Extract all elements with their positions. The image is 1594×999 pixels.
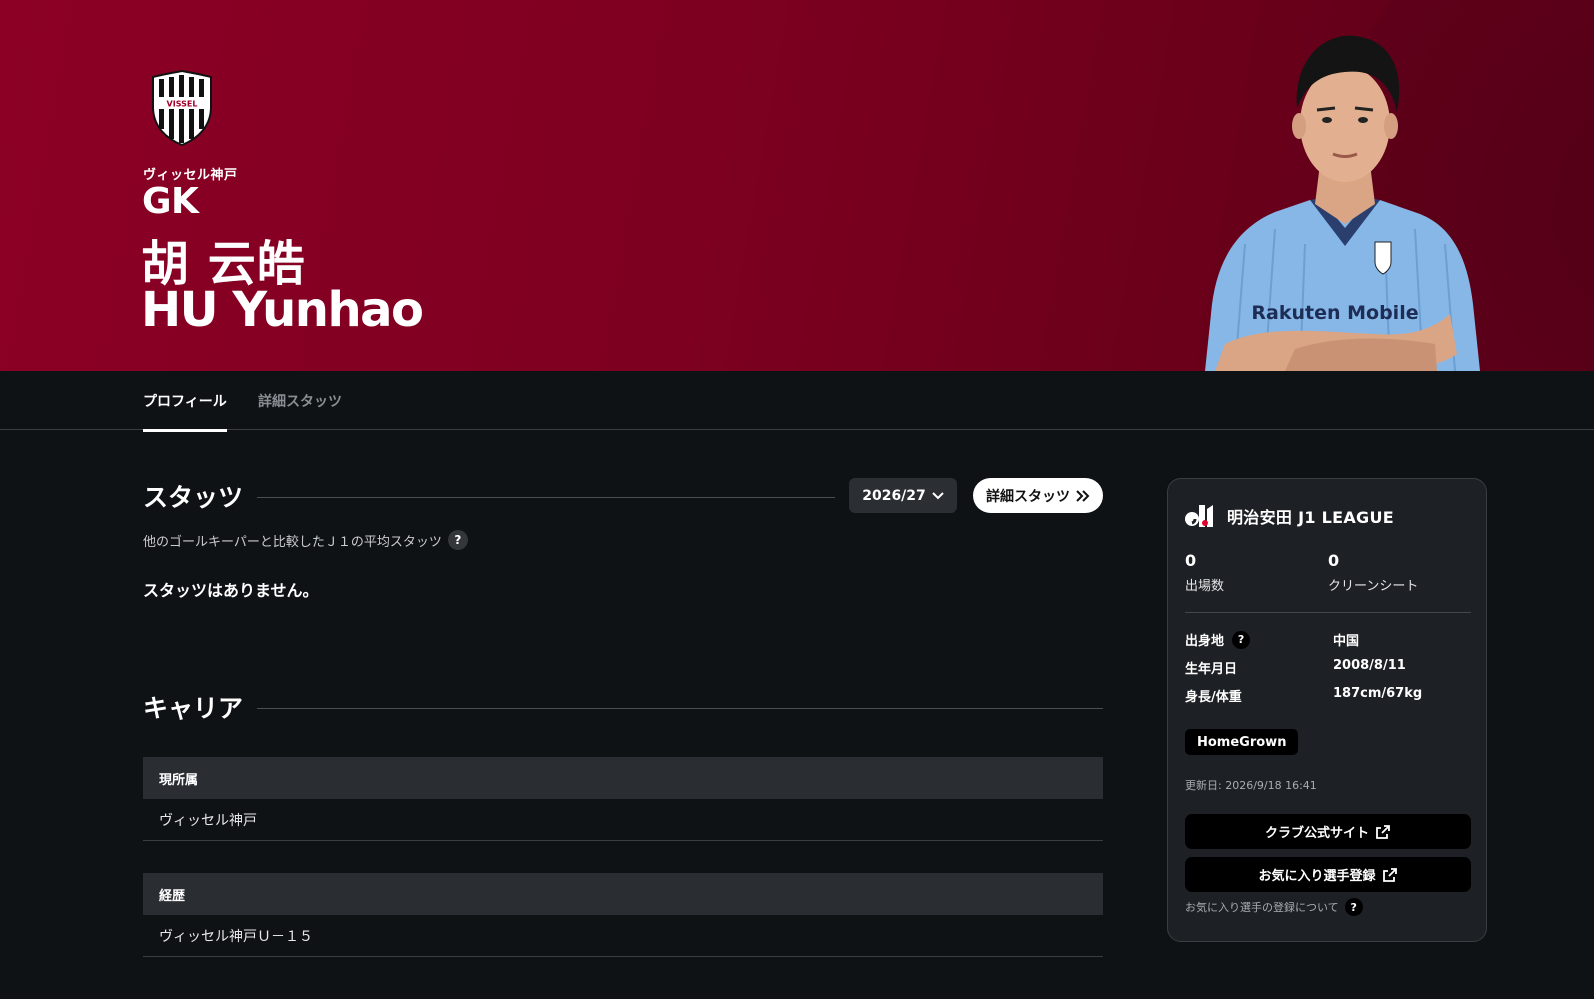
league-header: 明治安田 J1 LEAGUE: [1185, 503, 1394, 529]
birthplace-value: 中国: [1333, 634, 1360, 649]
player-hero: VISSEL ヴィッセル神戸 GK 胡 云皓 HU Yunhao Rakuten…: [0, 0, 1594, 371]
favorite-player-button[interactable]: お気に入り選手登録: [1185, 857, 1471, 892]
favorite-registration-note-text[interactable]: お気に入り選手の登録について: [1185, 899, 1339, 915]
help-icon[interactable]: ?: [1344, 898, 1363, 916]
club-crest-logo: VISSEL: [152, 69, 212, 147]
height-weight-label: 身長/体重: [1185, 690, 1242, 705]
card-divider: [1185, 612, 1471, 613]
homegrown-badge: HomeGrown: [1185, 729, 1299, 755]
tab-profile[interactable]: プロフィール: [143, 391, 227, 432]
height-weight-value: 187cm/67kg: [1333, 686, 1423, 701]
career-current-header: 現所属: [143, 757, 1103, 799]
player-position: GK: [142, 181, 199, 222]
chevron-down-icon: [932, 491, 944, 499]
league-name: 明治安田 J1 LEAGUE: [1227, 508, 1394, 527]
crest-text: VISSEL: [167, 100, 198, 109]
season-select-value: 2026/27: [862, 487, 926, 504]
double-chevron-right-icon: [1076, 489, 1090, 502]
stats-comparison-note: 他のゴールキーパーと比較したＪ１の平均スタッツ ?: [143, 530, 468, 550]
career-history-header: 経歴: [143, 873, 1103, 915]
career-section-title: キャリア: [143, 694, 244, 723]
j1-league-logo: [1185, 505, 1213, 527]
no-stats-message: スタッツはありません。: [143, 581, 319, 600]
season-select[interactable]: 2026/27: [849, 478, 957, 513]
career-current-club: ヴィッセル神戸: [143, 799, 1103, 841]
birthdate-label: 生年月日: [1185, 662, 1238, 677]
club-site-button-label: クラブ公式サイト: [1264, 826, 1369, 841]
tab-bar: プロフィール 詳細スタッツ: [0, 371, 1594, 432]
player-photo: Rakuten Mobile: [1205, 35, 1480, 371]
updated-timestamp: 更新日: 2026/9/18 16:41: [1185, 779, 1317, 792]
help-icon[interactable]: ?: [1232, 630, 1251, 649]
favorite-player-button-label: お気に入り選手登録: [1258, 869, 1376, 884]
detailed-stats-button-label: 詳細スタッツ: [986, 488, 1070, 505]
appearances-label: 出場数: [1185, 579, 1225, 594]
stats-comparison-text: 他のゴールキーパーと比較したＪ１の平均スタッツ: [143, 534, 442, 550]
stats-divider: [257, 497, 835, 498]
birthplace-label-text: 出身地: [1185, 634, 1225, 649]
jersey-sponsor: Rakuten Mobile: [1251, 302, 1418, 324]
external-link-icon: [1376, 824, 1390, 839]
clean-sheets-label: クリーンシート: [1328, 579, 1419, 594]
stats-section-title: スタッツ: [143, 483, 244, 512]
career-divider: [257, 708, 1103, 709]
clean-sheets-value: 0: [1328, 551, 1340, 570]
career-history-club: ヴィッセル神戸Ｕ－１５: [143, 915, 1103, 957]
favorite-registration-note: お気に入り選手の登録について ?: [1185, 898, 1363, 916]
detailed-stats-button[interactable]: 詳細スタッツ: [973, 478, 1103, 513]
help-icon[interactable]: ?: [447, 530, 468, 550]
birthdate-value: 2008/8/11: [1333, 658, 1406, 673]
appearances-value: 0: [1185, 551, 1197, 570]
tab-detailed-stats[interactable]: 詳細スタッツ: [258, 391, 342, 429]
player-info-card: 明治安田 J1 LEAGUE 0 出場数 0 クリーンシート 出身地 ? 中国 …: [1167, 478, 1487, 942]
external-link-icon: [1382, 867, 1397, 882]
player-name-english: HU Yunhao: [141, 282, 424, 338]
birthplace-label: 出身地 ?: [1185, 630, 1251, 649]
club-site-button[interactable]: クラブ公式サイト: [1185, 814, 1471, 849]
